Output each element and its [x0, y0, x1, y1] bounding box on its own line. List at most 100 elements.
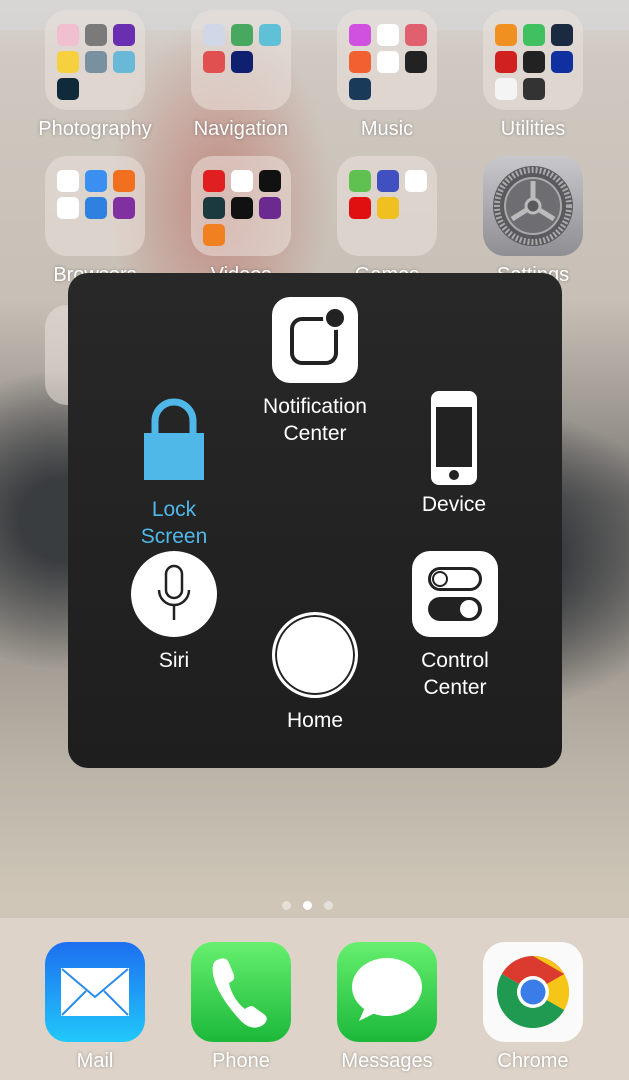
device-phone-icon — [431, 391, 477, 485]
settings-gear-icon — [483, 156, 583, 256]
mini-app-icon — [377, 197, 399, 219]
mini-app-icon — [113, 51, 135, 73]
mini-app-icon — [85, 24, 107, 46]
mini-app-icon — [259, 197, 281, 219]
mini-app-icon — [57, 24, 79, 46]
folder-games[interactable]: Games — [337, 156, 437, 286]
page-indicator[interactable] — [282, 901, 333, 910]
mini-app-icon — [377, 170, 399, 192]
app-settings[interactable]: Settings — [483, 156, 583, 286]
label-line-1: Lock — [151, 498, 197, 521]
folder-tile — [191, 156, 291, 256]
menu-siri[interactable]: Siri — [114, 551, 234, 674]
menu-device[interactable]: Device — [394, 391, 514, 518]
mini-app-icon — [57, 78, 79, 100]
mini-app-icon — [85, 51, 107, 73]
mini-app-icon — [405, 24, 427, 46]
dock-label: Mail — [76, 1050, 114, 1072]
folder-tile — [45, 156, 145, 256]
page-dot-current[interactable] — [303, 901, 312, 910]
folder-label: Photography — [38, 118, 152, 140]
messages-bubble-icon — [337, 942, 437, 1042]
home-button-icon — [272, 612, 358, 698]
mini-app-icon — [259, 24, 281, 46]
device-label: Device — [421, 493, 487, 516]
mini-app-icon — [113, 197, 135, 219]
mini-app-icon — [85, 197, 107, 219]
dock-label: Chrome — [497, 1050, 569, 1072]
folder-tile — [337, 156, 437, 256]
dock-app-messages[interactable] — [337, 942, 437, 1042]
page-dot[interactable] — [282, 901, 291, 910]
mini-app-icon — [113, 170, 135, 192]
folder-tile — [191, 10, 291, 110]
mini-app-icon — [57, 170, 79, 192]
dock-label: Phone — [212, 1050, 270, 1072]
label-line-2: Center — [423, 676, 487, 699]
mini-app-icon — [349, 170, 371, 192]
folder-music[interactable]: Music — [337, 10, 437, 140]
folder-label: Music — [360, 118, 414, 140]
chrome-logo-icon — [483, 942, 583, 1042]
mini-app-icon — [85, 170, 107, 192]
mini-app-icon — [349, 51, 371, 73]
menu-notification-center[interactable]: Notification Center — [240, 297, 390, 447]
mini-app-icon — [259, 170, 281, 192]
label-line-1: Notification — [263, 395, 367, 418]
label-line-1: Control — [421, 649, 489, 672]
dock-app-chrome[interactable] — [483, 942, 583, 1042]
mini-app-icon — [203, 24, 225, 46]
mini-app-icon — [349, 78, 371, 100]
folder-label: Navigation — [193, 118, 289, 140]
mail-envelope-icon — [45, 942, 145, 1042]
mini-app-icon — [551, 51, 573, 73]
mini-app-icon — [231, 51, 253, 73]
folder-tile — [483, 10, 583, 110]
label-line-2: Center — [283, 422, 347, 445]
dock-app-phone[interactable] — [191, 942, 291, 1042]
folder-browsers[interactable]: Browsers — [45, 156, 145, 286]
mini-app-icon — [523, 24, 545, 46]
menu-home[interactable]: Home — [255, 612, 375, 734]
mini-app-icon — [349, 24, 371, 46]
mini-app-icon — [495, 24, 517, 46]
mini-app-icon — [523, 51, 545, 73]
mini-app-icon — [203, 170, 225, 192]
mini-app-icon — [495, 51, 517, 73]
menu-control-center[interactable]: Control Center — [380, 551, 530, 701]
mini-app-icon — [523, 78, 545, 100]
folder-utilities[interactable]: Utilities — [483, 10, 583, 140]
mini-app-icon — [203, 224, 225, 246]
label-line-2: Screen — [140, 525, 208, 548]
folder-videos[interactable]: Videos — [191, 156, 291, 286]
folder-tile — [45, 10, 145, 110]
page-dot[interactable] — [324, 901, 333, 910]
phone-handset-icon — [191, 942, 291, 1042]
mini-app-icon — [57, 51, 79, 73]
mini-app-icon — [231, 197, 253, 219]
siri-label: Siri — [158, 649, 190, 672]
microphone-icon — [131, 551, 217, 637]
mini-app-icon — [113, 24, 135, 46]
lock-icon — [144, 398, 204, 480]
dock-app-mail[interactable] — [45, 942, 145, 1042]
mini-app-icon — [405, 51, 427, 73]
mini-app-icon — [377, 51, 399, 73]
mini-app-icon — [231, 170, 253, 192]
mini-app-icon — [349, 197, 371, 219]
folder-photography[interactable]: Photography — [38, 10, 152, 140]
menu-lock-screen[interactable]: Lock Screen — [114, 397, 234, 550]
mini-app-icon — [377, 24, 399, 46]
mini-app-icon — [405, 170, 427, 192]
notification-center-icon — [272, 297, 358, 383]
folder-label: Utilities — [500, 118, 566, 140]
dock-label: Messages — [341, 1050, 433, 1072]
control-center-toggles-icon — [412, 551, 498, 637]
mini-app-icon — [495, 78, 517, 100]
mini-app-icon — [203, 51, 225, 73]
folder-navigation[interactable]: Navigation — [191, 10, 291, 140]
home-label: Home — [286, 709, 344, 732]
mini-app-icon — [231, 24, 253, 46]
mini-app-icon — [551, 24, 573, 46]
mini-app-icon — [57, 197, 79, 219]
